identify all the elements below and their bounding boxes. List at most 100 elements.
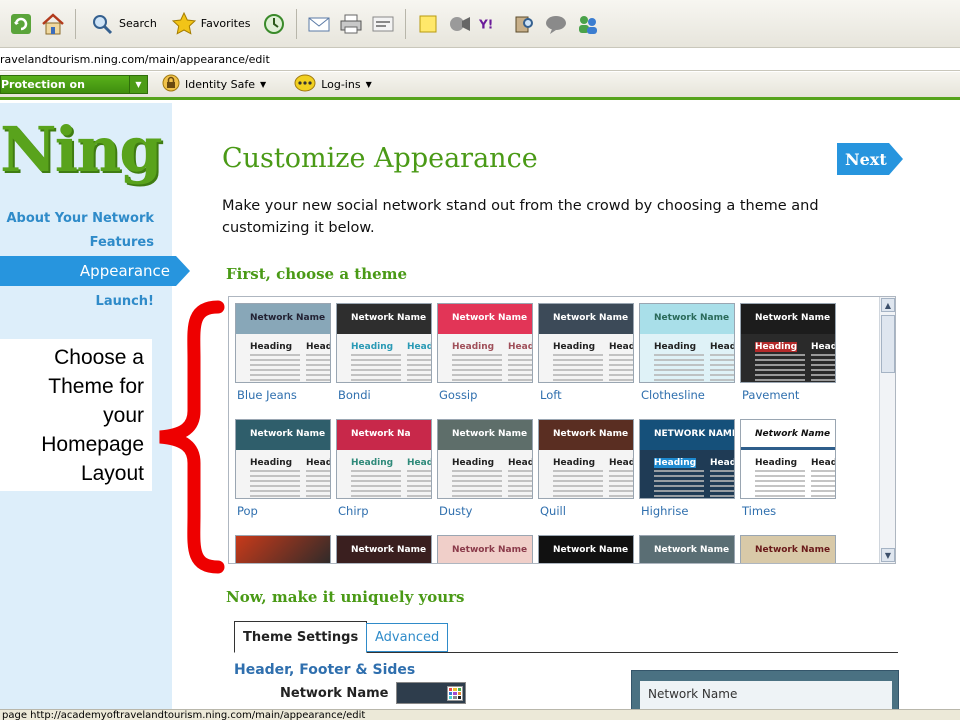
tab-advanced[interactable]: Advanced xyxy=(366,623,449,652)
tab-theme-settings[interactable]: Theme Settings xyxy=(234,621,368,653)
search-label: Search xyxy=(119,17,157,30)
theme-thumb-loft[interactable]: Network Name Heading Headi xyxy=(538,303,634,383)
thumb-network-name: Network Name xyxy=(553,429,629,439)
theme-label-quill[interactable]: Quill xyxy=(540,504,566,518)
callout-line: your xyxy=(103,404,144,427)
theme-thumb-row3[interactable]: Network Name xyxy=(336,535,432,563)
make-yours-heading: Now, make it uniquely yours xyxy=(226,588,465,606)
thumb-network-name: Network Name xyxy=(755,545,831,555)
sidebar-item-features[interactable]: Features xyxy=(90,235,154,250)
theme-thumb-gossip[interactable]: Network Name Heading Headi xyxy=(437,303,533,383)
theme-thumb-row3[interactable]: Network Name xyxy=(437,535,533,563)
thumb-heading: Headi xyxy=(710,458,734,468)
scroll-thumb[interactable] xyxy=(881,315,895,373)
theme-label-pavement[interactable]: Pavement xyxy=(742,388,799,402)
thumb-network-name: Network Name xyxy=(351,545,427,555)
theme-thumb-times[interactable]: Network Name Heading Headi xyxy=(740,419,836,499)
next-button[interactable]: Next xyxy=(837,143,903,175)
note-icon[interactable] xyxy=(415,11,441,37)
mail-icon[interactable] xyxy=(306,11,332,37)
address-text: ravelandtourism.ning.com/main/appearance… xyxy=(0,53,270,66)
theme-label-blue-jeans[interactable]: Blue Jeans xyxy=(237,388,297,402)
discuss-icon[interactable] xyxy=(543,11,569,37)
history-icon[interactable] xyxy=(261,11,287,37)
theme-label-pop[interactable]: Pop xyxy=(237,504,258,518)
theme-thumb-row3[interactable]: Network Name xyxy=(538,535,634,563)
thumb-heading: Heading xyxy=(553,342,596,352)
lock-icon xyxy=(162,74,180,95)
thumb-heading: Heading xyxy=(250,458,293,468)
theme-thumb-row3[interactable]: Network Name xyxy=(740,535,836,563)
thumb-network-name: Network Name xyxy=(654,545,730,555)
theme-thumb-chirp[interactable]: Network Na Heading Headi xyxy=(336,419,432,499)
people-icon[interactable] xyxy=(575,11,601,37)
theme-label-loft[interactable]: Loft xyxy=(540,388,562,402)
thumb-heading: Headi xyxy=(306,342,330,352)
thumb-network-name: Network Name xyxy=(351,313,427,323)
toolbar-separator xyxy=(75,8,76,39)
theme-thumb-pop[interactable]: Network Name Heading Headi xyxy=(235,419,331,499)
thumb-heading: Headi xyxy=(407,342,431,352)
theme-thumb-pavement[interactable]: Network Name Heading Headi xyxy=(740,303,836,383)
favorites-button[interactable]: Favorites xyxy=(167,8,255,40)
settings-tabs: Theme Settings Advanced xyxy=(234,619,898,653)
thumb-heading: Headi xyxy=(609,458,633,468)
protection-button[interactable]: Protection on ▼ xyxy=(0,75,148,94)
theme-thumb-blue-jeans[interactable]: Network Name Heading Headi xyxy=(235,303,331,383)
search-icon xyxy=(89,11,115,37)
theme-thumb-quill[interactable]: Network Name Heading Headi xyxy=(538,419,634,499)
theme-thumb-clothesline[interactable]: Network Name Heading Headi xyxy=(639,303,735,383)
sidebar-item-about[interactable]: About Your Network xyxy=(6,211,154,226)
thumb-network-name: Network Name xyxy=(250,313,326,323)
research-icon[interactable] xyxy=(511,11,537,37)
callout-line: Choose a xyxy=(54,346,144,369)
theme-label-chirp[interactable]: Chirp xyxy=(338,504,369,518)
protection-label: Protection on xyxy=(1,78,85,91)
home-icon[interactable] xyxy=(40,11,66,37)
theme-label-dusty[interactable]: Dusty xyxy=(439,504,472,518)
scroll-down-icon[interactable]: ▼ xyxy=(881,548,895,562)
refresh-icon[interactable] xyxy=(8,11,34,37)
edit-icon[interactable] xyxy=(370,11,396,37)
messenger-icon[interactable] xyxy=(447,11,473,37)
scroll-up-icon[interactable]: ▲ xyxy=(881,298,895,312)
theme-label-bondi[interactable]: Bondi xyxy=(338,388,371,402)
search-button[interactable]: Search xyxy=(85,8,161,40)
theme-thumb-row3[interactable]: Network Name xyxy=(639,535,735,563)
toolbar-separator xyxy=(404,8,406,39)
yahoo-icon[interactable]: Y! xyxy=(479,11,505,37)
callout-line: Homepage xyxy=(41,433,144,456)
thumb-heading: Headi xyxy=(609,342,633,352)
identity-safe-menu[interactable]: Identity Safe ▼ xyxy=(162,74,266,95)
theme-label-times[interactable]: Times xyxy=(742,504,776,518)
theme-label-gossip[interactable]: Gossip xyxy=(439,388,477,402)
theme-thumb-dusty[interactable]: Network Name Heading Headi xyxy=(437,419,533,499)
theme-thumb-row3[interactable] xyxy=(235,535,331,563)
address-bar[interactable]: ravelandtourism.ning.com/main/appearance… xyxy=(0,49,960,71)
print-icon[interactable] xyxy=(338,11,364,37)
identity-safe-label: Identity Safe xyxy=(185,78,256,91)
star-icon xyxy=(171,11,197,37)
thumb-heading: Heading xyxy=(755,342,798,352)
theme-label-clothesline[interactable]: Clothesline xyxy=(641,388,705,402)
page-title: Customize Appearance xyxy=(222,143,538,174)
theme-thumb-bondi[interactable]: Network Name Heading Headi xyxy=(336,303,432,383)
thumb-network-name: Network Name xyxy=(452,545,528,555)
red-brace xyxy=(159,300,225,574)
network-name-field-label: Network Name xyxy=(280,686,389,701)
thumb-heading: Heading xyxy=(250,342,293,352)
color-swatch[interactable] xyxy=(396,682,466,704)
ning-logo: Ning xyxy=(0,113,163,186)
palette-icon[interactable] xyxy=(447,686,463,701)
theme-preview: Network Name xyxy=(631,670,899,711)
theme-label-highrise[interactable]: Highrise xyxy=(641,504,688,518)
thumb-heading: Heading xyxy=(654,342,697,352)
status-text: page http://academyoftravelandtourism.ni… xyxy=(2,710,366,720)
thumb-network-name: Network Name xyxy=(553,545,629,555)
preview-network-name: Network Name xyxy=(640,681,892,711)
browser-toolbar: Search Favorites Y! xyxy=(0,0,960,48)
theme-thumb-highrise[interactable]: NETWORK NAME Heading Headi xyxy=(639,419,735,499)
sidebar-item-appearance[interactable]: Appearance xyxy=(0,256,190,286)
logins-menu[interactable]: Log-ins ▼ xyxy=(294,74,372,95)
theme-scrollbar[interactable]: ▲ ▼ xyxy=(879,297,895,563)
